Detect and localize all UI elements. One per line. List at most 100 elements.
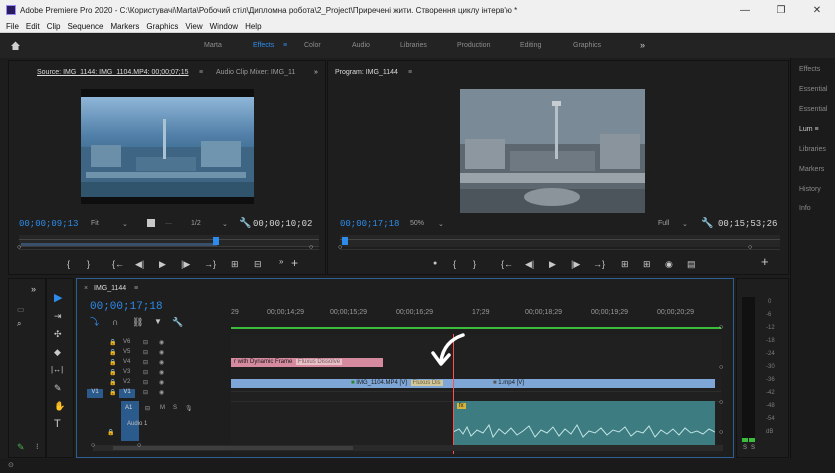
hand-tool-icon[interactable]: ✋: [54, 401, 65, 411]
lock-icon[interactable]: 🔒: [109, 349, 116, 356]
ripple-edit-tool-icon[interactable]: ✣: [54, 329, 62, 339]
program-go-to-in-button[interactable]: {←: [501, 259, 513, 269]
timeline-timecode[interactable]: 00;00;17;18: [90, 301, 163, 313]
panel-essential-sound-tab[interactable]: Essential: [799, 86, 827, 93]
clip-v1-img1104[interactable]: ■ IMG_1104.MP4 [V] Fluxus Dis: [231, 379, 453, 388]
source-resolution-dropdown[interactable]: 1/2: [191, 220, 201, 227]
go-to-out-button[interactable]: →}: [204, 259, 216, 269]
clip-v1-1mp4[interactable]: ■ 1.mp4 [V]: [453, 379, 715, 388]
menu-file[interactable]: File: [6, 22, 19, 31]
home-icon[interactable]: [10, 40, 21, 51]
source-tabs-more-button[interactable]: »: [314, 69, 318, 76]
workspace-color[interactable]: Color: [304, 42, 321, 49]
source-resolution-chevron-icon[interactable]: ⌄: [222, 220, 228, 228]
audio-clip-mixer-tab[interactable]: Audio Clip Mixer: IMG_11: [216, 69, 295, 76]
lock-icon[interactable]: 🔒: [109, 339, 116, 346]
timeline-tab[interactable]: IMG_1144: [94, 285, 126, 292]
audio-lock-icon[interactable]: 🔒: [107, 429, 114, 436]
program-step-forward-button[interactable]: |▶: [571, 259, 580, 269]
timeline-settings-wrench-icon[interactable]: 🔧: [172, 317, 183, 327]
timeline-scroll-handle-mid[interactable]: ○: [719, 364, 723, 371]
source-square-icon[interactable]: [147, 219, 155, 227]
source-monitor-tab[interactable]: Source: IMG_1144: IMG_1104.MP4: 00;00;07…: [37, 69, 189, 76]
voice-over-mic-icon[interactable]: 🎙: [185, 405, 193, 412]
panel-essential-graphics-tab[interactable]: Essential: [799, 106, 827, 113]
source-patch-v1[interactable]: V1: [87, 389, 103, 398]
project-search-icon[interactable]: ⌕: [17, 319, 21, 329]
menu-sequence[interactable]: Sequence: [67, 22, 103, 31]
insert-button[interactable]: ⊞: [231, 259, 239, 269]
lock-icon[interactable]: 🔒: [109, 359, 116, 366]
workspace-more-button[interactable]: »: [640, 40, 645, 50]
type-tool-icon[interactable]: T: [54, 419, 61, 430]
workspace-menu-icon[interactable]: ≡: [283, 42, 287, 49]
eye-icon[interactable]: ◉: [159, 369, 164, 376]
sync-lock-icon[interactable]: ⊟: [143, 359, 148, 366]
program-mark-out-button[interactable]: }: [473, 259, 476, 269]
menu-view[interactable]: View: [185, 22, 202, 31]
panel-info-tab[interactable]: Info: [799, 205, 811, 212]
clip-v3-dynamic-frame[interactable]: r with Dynamic Frame Fluxus Dissolve: [231, 358, 383, 367]
track-name-v1[interactable]: V1: [119, 389, 135, 398]
menu-graphics[interactable]: Graphics: [146, 22, 178, 31]
source-fit-dropdown[interactable]: Fit: [91, 220, 99, 227]
wrench-icon[interactable]: 🔧: [239, 218, 251, 229]
source-timecode-in[interactable]: 00;00;09;13: [19, 219, 78, 229]
audio-clip-a1[interactable]: fx: [453, 401, 715, 446]
program-settings-wrench-icon[interactable]: 🔧: [701, 218, 713, 229]
menu-clip[interactable]: Clip: [47, 22, 61, 31]
snap-magnet-icon[interactable]: ∩: [112, 317, 118, 327]
transition-fluxus-dis[interactable]: Fluxus Dis: [410, 380, 443, 386]
lock-icon[interactable]: 🔒: [109, 369, 116, 376]
program-scroll-handle-right[interactable]: ○: [748, 244, 752, 251]
program-monitor-tab[interactable]: Program: IMG_1144: [335, 69, 398, 76]
source-time-ruler[interactable]: [19, 235, 319, 247]
program-go-to-out-button[interactable]: →}: [593, 259, 605, 269]
add-marker-button[interactable]: ●: [433, 259, 437, 269]
extract-button[interactable]: ⊞: [643, 259, 651, 269]
minimize-button[interactable]: —: [727, 5, 763, 16]
nest-sequence-icon[interactable]: ⤵: [90, 317, 99, 327]
workspace-marta[interactable]: Marta: [204, 42, 222, 49]
export-frame-camera-icon[interactable]: ◉: [665, 259, 673, 269]
panel-history-tab[interactable]: History: [799, 186, 821, 193]
panel-libraries-tab[interactable]: Libraries: [799, 146, 826, 153]
mark-in-button[interactable]: {: [67, 259, 70, 269]
sync-lock-icon[interactable]: ⊟: [143, 369, 148, 376]
source-fit-chevron-icon[interactable]: ⌄: [122, 220, 128, 228]
comparison-view-icon[interactable]: ▤: [687, 259, 696, 269]
sync-lock-icon[interactable]: ⊟: [143, 389, 148, 396]
timeline-scroll-thumb[interactable]: [113, 446, 353, 450]
add-marker-icon[interactable]: ▼: [154, 317, 162, 327]
pen-tool-icon[interactable]: ✎: [54, 383, 62, 393]
timeline-zoom-handle-right[interactable]: ○: [137, 442, 141, 449]
lock-icon[interactable]: 🔒: [109, 379, 116, 386]
timeline-scroll-handle-bottom[interactable]: ○: [719, 429, 723, 436]
timeline-tab-close-button[interactable]: ×: [84, 285, 88, 292]
eye-icon[interactable]: ◉: [159, 359, 164, 366]
menu-window[interactable]: Window: [210, 22, 238, 31]
panel-effects-tab[interactable]: Effects: [799, 66, 820, 73]
track-select-tool-icon[interactable]: ⇥: [54, 311, 62, 321]
source-scroll-handle-left[interactable]: ○: [17, 244, 21, 251]
lock-icon[interactable]: 🔒: [109, 389, 116, 396]
eye-icon[interactable]: ◉: [159, 349, 164, 356]
program-play-button[interactable]: ▶: [549, 259, 556, 269]
close-button[interactable]: ✕: [799, 5, 835, 16]
program-timecode[interactable]: 00;00;17;18: [340, 219, 399, 229]
program-tab-menu-icon[interactable]: ≡: [408, 69, 412, 76]
program-quality-chevron-icon[interactable]: ⌄: [682, 220, 688, 228]
workspace-graphics[interactable]: Graphics: [573, 42, 601, 49]
workspace-editing[interactable]: Editing: [520, 42, 541, 49]
pencil-icon[interactable]: ✎: [17, 442, 25, 453]
solo-button[interactable]: S: [173, 405, 177, 411]
selection-tool-icon[interactable]: ▶: [54, 293, 62, 304]
mark-out-button[interactable]: }: [87, 259, 90, 269]
source-tab-menu-icon[interactable]: ≡: [199, 69, 203, 76]
sync-lock-icon[interactable]: ⊟: [143, 379, 148, 386]
program-zoom-dropdown[interactable]: 50%: [410, 220, 424, 227]
source-scroll-handle[interactable]: ○: [309, 244, 313, 251]
source-add-button[interactable]: +: [291, 257, 298, 269]
razor-tool-icon[interactable]: ◆: [54, 347, 61, 357]
panel-markers-tab[interactable]: Markers: [799, 166, 824, 173]
